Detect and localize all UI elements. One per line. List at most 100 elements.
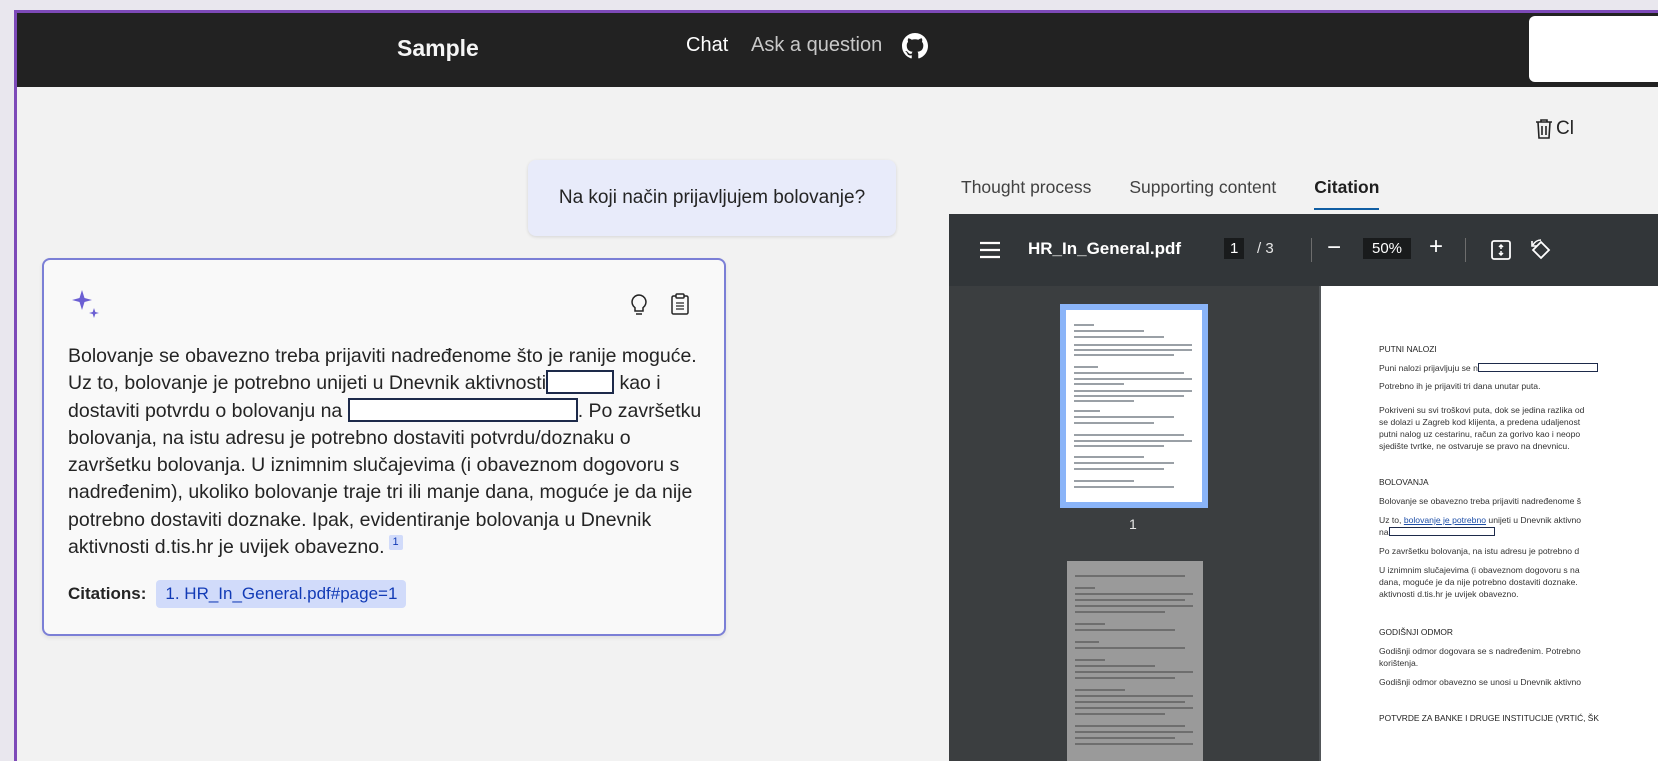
thumb-line xyxy=(1074,410,1100,412)
thumb-line xyxy=(1074,422,1154,424)
rotate-icon[interactable] xyxy=(1529,238,1553,262)
pdf-redacted-box xyxy=(1477,363,1598,372)
thumbnail-page-2[interactable] xyxy=(1067,561,1203,761)
header-search-box[interactable] xyxy=(1529,16,1658,82)
thumb-line xyxy=(1075,713,1165,715)
thumb-line xyxy=(1074,445,1164,447)
thumb-line xyxy=(1074,324,1094,326)
thumbnail-page-1[interactable] xyxy=(1060,304,1208,508)
thumb-line xyxy=(1075,659,1105,661)
zoom-level-input[interactable]: 50% xyxy=(1363,238,1412,259)
nav-ask-link[interactable]: Ask a question xyxy=(751,34,882,57)
trash-icon xyxy=(1536,119,1552,139)
thumb-line xyxy=(1074,336,1164,338)
thumb-line xyxy=(1075,593,1193,595)
clear-chat-button[interactable]: Cl xyxy=(1534,118,1574,140)
thumb-line xyxy=(1074,378,1192,380)
pdf-heading: BOLOVANJA xyxy=(1379,477,1429,487)
tab-supporting-content[interactable]: Supporting content xyxy=(1129,177,1276,210)
page-count: / 3 xyxy=(1257,240,1274,257)
sparkle-icon xyxy=(72,290,99,318)
pdf-line: se dolazi u Zagreb kod klijenta, a prede… xyxy=(1379,417,1581,427)
pdf-line-text: na xyxy=(1379,527,1389,537)
thumb-line xyxy=(1075,647,1185,649)
pdf-line-text: unijeti u Dnevnik aktivno xyxy=(1486,515,1582,525)
thumb-line xyxy=(1075,689,1125,691)
pdf-heading: GODIŠNJI ODMOR xyxy=(1379,627,1453,637)
thumb-line xyxy=(1074,390,1192,392)
pdf-line: Godišnji odmor obavezno se unosi u Dnevn… xyxy=(1379,677,1582,687)
answer-part-3: . Po završetku bolovanja, na istu adresu… xyxy=(68,399,702,559)
answer-text: Bolovanje se obavezno treba prijaviti na… xyxy=(68,343,708,561)
lightbulb-icon[interactable] xyxy=(628,293,650,317)
pdf-line: Pokriveni su svi troškovi puta, dok se j… xyxy=(1379,405,1585,415)
thumb-line xyxy=(1074,349,1192,351)
thumb-line xyxy=(1074,354,1174,356)
user-question-bubble: Na koji način prijavljujem bolovanje? xyxy=(528,160,896,236)
thumb-line xyxy=(1074,330,1144,332)
thumb-line xyxy=(1075,599,1185,601)
pdf-line: korištenja. xyxy=(1379,658,1419,668)
thumb-line xyxy=(1075,671,1193,673)
pdf-line: U iznimnim slučajevima (i obaveznom dogo… xyxy=(1379,565,1580,575)
clipboard-icon[interactable] xyxy=(669,292,691,316)
pdf-line: sjedište tvrtke, ne ostvaruje se pravo n… xyxy=(1379,441,1570,451)
pdf-line: Potrebno ih je prijaviti tri dana unutar… xyxy=(1379,381,1541,391)
thumb-line xyxy=(1074,366,1098,368)
pdf-redacted-box xyxy=(1388,527,1495,536)
tab-citation-label: Citation xyxy=(1314,177,1380,197)
tab-citation[interactable]: Citation xyxy=(1314,177,1380,210)
citation-superscript[interactable]: 1 xyxy=(388,535,403,551)
zoom-out-button[interactable]: − xyxy=(1327,234,1341,262)
menu-icon[interactable] xyxy=(979,240,1001,260)
thumb-line xyxy=(1075,575,1185,577)
nav-chat-link[interactable]: Chat xyxy=(686,34,728,57)
github-icon[interactable] xyxy=(902,33,928,59)
toolbar-divider xyxy=(1311,238,1312,262)
thumb-line xyxy=(1075,677,1175,679)
citations-label: Citations: xyxy=(68,584,147,603)
thumb-line xyxy=(1075,725,1185,727)
pdf-page: PUTNI NALOZI Puni nalozi prijavljuju se … xyxy=(1321,286,1658,761)
thumb-line xyxy=(1075,695,1193,697)
thumb-line xyxy=(1075,611,1165,613)
thumb-line xyxy=(1074,344,1192,346)
thumb-line xyxy=(1074,434,1184,436)
thumb-line xyxy=(1074,383,1124,385)
thumb-line xyxy=(1074,416,1174,418)
thumb-line xyxy=(1074,395,1184,397)
analysis-tabs: Thought process Supporting content Citat… xyxy=(961,177,1417,210)
thumb-line xyxy=(1075,707,1193,709)
pdf-line-link: bolovanje je potrebno xyxy=(1403,515,1487,525)
brand-title[interactable]: Sample xyxy=(397,35,479,62)
app-header: Sample Chat Ask a question xyxy=(17,13,1658,87)
pdf-line-text: Puni nalozi prijavljuju se n xyxy=(1379,363,1478,373)
thumb-line xyxy=(1074,468,1164,470)
thumb-line xyxy=(1074,480,1134,482)
thumbnail-sidebar: 1 xyxy=(949,286,1319,761)
tab-thought-process[interactable]: Thought process xyxy=(961,177,1091,210)
clear-chat-label: Cl xyxy=(1556,118,1574,139)
page-number-input[interactable]: 1 xyxy=(1224,238,1245,259)
zoom-in-button[interactable]: + xyxy=(1429,233,1443,261)
thumb-line xyxy=(1074,486,1174,488)
pdf-line: dana, moguće je da nije potrebno dostavi… xyxy=(1379,577,1578,587)
thumb-line xyxy=(1075,665,1155,667)
thumb-line xyxy=(1074,440,1192,442)
pdf-filename: HR_In_General.pdf xyxy=(1028,239,1182,258)
thumb-line xyxy=(1074,372,1184,374)
fit-page-icon[interactable] xyxy=(1490,239,1512,261)
thumb-line xyxy=(1074,400,1134,402)
thumb-line xyxy=(1075,743,1193,745)
pdf-heading: POTVRDE ZA BANKE I DRUGE INSTITUCIJE (VR… xyxy=(1379,713,1599,723)
pdf-line: putni nalog uz cestarinu, račun za goriv… xyxy=(1379,429,1581,439)
pdf-line: na xyxy=(1379,526,1495,538)
pdf-heading: PUTNI NALOZI xyxy=(1379,344,1437,354)
redacted-box xyxy=(347,397,578,422)
answer-card: Bolovanje se obavezno treba prijaviti na… xyxy=(42,258,726,636)
pdf-line: aktivnosti d.tis.hr je uvijek obavezno. xyxy=(1379,589,1519,599)
redacted-box xyxy=(546,370,615,395)
pdf-line: Puni nalozi prijavljuju se n xyxy=(1379,362,1598,374)
citation-link[interactable]: 1. HR_In_General.pdf#page=1 xyxy=(156,580,407,608)
thumb-line xyxy=(1074,456,1144,458)
